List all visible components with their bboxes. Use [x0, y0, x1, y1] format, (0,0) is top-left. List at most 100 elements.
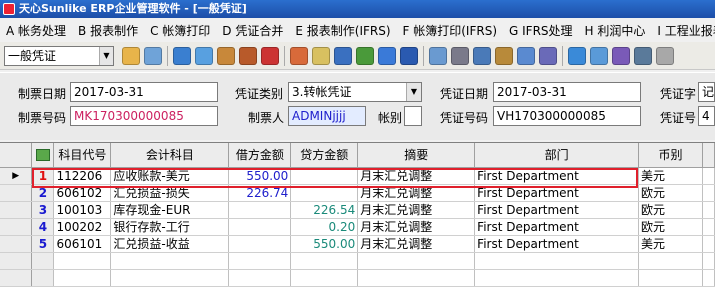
menu-report-ifrs[interactable]: E 报表制作(IFRS) [289, 22, 396, 39]
copy-icon[interactable] [144, 46, 162, 65]
briefcase-icon[interactable] [239, 46, 257, 65]
table-row[interactable]: 4 100202 银行存款-工行 0.20 月末汇兑调整 First Department… [0, 218, 715, 236]
credit-amount-cell[interactable] [290, 184, 359, 202]
flag-icon[interactable] [334, 46, 352, 65]
envelope-icon[interactable] [312, 46, 330, 65]
menu-accounting[interactable]: A 帐务处理 [0, 22, 72, 39]
account-name-cell[interactable]: 银行存款-工行 [110, 218, 230, 236]
column-header-code[interactable]: 科目代号 [53, 143, 112, 168]
debit-amount-cell[interactable]: 226.74 [228, 184, 292, 202]
column-header-department[interactable]: 部门 [474, 143, 640, 168]
debit-amount-cell[interactable] [228, 201, 292, 219]
voucher-word-field[interactable]: 记 [698, 82, 715, 102]
toolbar-icons [120, 45, 676, 66]
department-cell[interactable]: First Department [474, 167, 640, 185]
help-icon[interactable] [378, 46, 396, 65]
graduate-icon[interactable] [261, 46, 279, 65]
voucher-type-select[interactable]: 3.转帐凭证 ▼ [288, 82, 422, 102]
attach-icon[interactable] [429, 46, 447, 65]
department-cell[interactable]: First Department [474, 218, 640, 236]
summary-cell[interactable]: 月末汇兑调整 [357, 201, 476, 219]
credit-amount-cell[interactable]: 226.54 [290, 201, 359, 219]
lock-icon[interactable] [495, 46, 513, 65]
summary-cell[interactable]: 月末汇兑调整 [357, 218, 476, 236]
row-number[interactable]: 1 [31, 167, 55, 185]
people-icon[interactable] [290, 46, 308, 65]
column-header-account[interactable]: 会计科目 [110, 143, 230, 168]
summary-cell[interactable]: 月末汇兑调整 [357, 167, 476, 185]
voucher-no-field[interactable]: VH170300000085 [493, 106, 641, 126]
menu-ifrs-processing[interactable]: G IFRS处理 [503, 22, 579, 39]
debit-amount-cell[interactable] [228, 235, 292, 253]
debit-amount-cell[interactable] [228, 218, 292, 236]
account-name-cell[interactable]: 汇兑损益-收益 [110, 235, 230, 253]
arrow-icon[interactable] [356, 46, 374, 65]
print-icon[interactable] [451, 46, 469, 65]
column-header-summary[interactable]: 摘要 [357, 143, 476, 168]
credit-amount-cell[interactable] [290, 167, 359, 185]
web-icon[interactable] [173, 46, 191, 65]
credit-amount-cell[interactable]: 550.00 [290, 235, 359, 253]
account-name-cell[interactable]: 汇兑损益-损失 [110, 184, 230, 202]
chevron-down-icon[interactable]: ▼ [406, 83, 421, 101]
currency-cell[interactable]: 欧元 [638, 218, 703, 236]
new-icon[interactable] [122, 46, 140, 65]
row-number[interactable]: 4 [31, 218, 55, 236]
department-cell[interactable]: First Department [474, 184, 640, 202]
debit-amount-cell[interactable]: 550.00 [228, 167, 292, 185]
menu-ledger-print-ifrs[interactable]: F 帐簿打印(IFRS) [397, 22, 503, 39]
menu-report-making[interactable]: B 报表制作 [72, 22, 144, 39]
account-code-cell[interactable]: 100202 [53, 218, 112, 236]
currency-cell[interactable]: 欧元 [638, 201, 703, 219]
voucher-date-field[interactable]: 2017-03-31 [493, 82, 641, 102]
chevron-down-icon[interactable]: ▼ [99, 46, 113, 65]
account-name-cell[interactable]: 库存现金-EUR [110, 201, 230, 219]
table-row[interactable]: 2 606102 汇兑损益-损失 226.74 月末汇兑调整 First Departme… [0, 184, 715, 202]
table-icon[interactable] [517, 46, 535, 65]
credit-amount-cell[interactable]: 0.20 [290, 218, 359, 236]
summary-cell[interactable]: 月末汇兑调整 [357, 235, 476, 253]
settings-icon[interactable] [634, 46, 652, 65]
chat-icon[interactable] [195, 46, 213, 65]
column-header-credit[interactable]: 贷方金额 [290, 143, 359, 168]
account-code-cell[interactable]: 606102 [53, 184, 112, 202]
table-row[interactable]: ▶ 1 112206 应收账款-美元 550.00 月末汇兑调整 First Departm… [0, 167, 715, 185]
menu-ledger-print[interactable]: C 帐簿打印 [144, 22, 216, 39]
summary-cell[interactable]: 月末汇兑调整 [357, 184, 476, 202]
row-number[interactable]: 2 [31, 184, 55, 202]
create-date-field[interactable]: 2017-03-31 [70, 82, 218, 102]
document-type-select[interactable]: 一般凭证 ▼ [4, 45, 114, 66]
row-indicator [0, 235, 33, 253]
create-no-field[interactable]: MK170300000085 [70, 106, 218, 126]
export-icon[interactable] [590, 46, 608, 65]
menu-voucher-merge[interactable]: D 凭证合并 [216, 22, 289, 39]
cube-icon[interactable] [612, 46, 630, 65]
account-code-cell[interactable]: 606101 [53, 235, 112, 253]
account-code-cell[interactable]: 100103 [53, 201, 112, 219]
menu-engineering-report[interactable]: I 工程业报表 [651, 22, 715, 39]
create-date-label: 制票日期 [18, 87, 67, 101]
chart-icon[interactable] [539, 46, 557, 65]
currency-cell[interactable]: 美元 [638, 167, 703, 185]
department-cell[interactable]: First Department [474, 235, 640, 253]
book-field[interactable] [404, 106, 422, 126]
table-row[interactable]: 3 100103 库存现金-EUR 226.54 月末汇兑调整 First Departm… [0, 201, 715, 219]
check-icon[interactable] [568, 46, 586, 65]
column-header-currency[interactable]: 币别 [638, 143, 703, 168]
account-name-cell[interactable]: 应收账款-美元 [110, 167, 230, 185]
row-number[interactable]: 3 [31, 201, 55, 219]
excel-icon-header[interactable] [31, 143, 55, 168]
department-cell[interactable]: First Department [474, 201, 640, 219]
table-row[interactable]: 5 606101 汇兑损益-收益 550.00 月末汇兑调整 First Departme… [0, 235, 715, 253]
box-icon[interactable] [217, 46, 235, 65]
menu-profit-center[interactable]: H 利润中心 [579, 22, 652, 39]
currency-cell[interactable]: 美元 [638, 235, 703, 253]
stop-icon[interactable] [400, 46, 418, 65]
document-icon[interactable] [473, 46, 491, 65]
column-header-debit[interactable]: 借方金额 [228, 143, 292, 168]
close-icon[interactable] [656, 46, 674, 65]
account-code-cell[interactable]: 112206 [53, 167, 112, 185]
currency-cell[interactable]: 欧元 [638, 184, 703, 202]
row-number[interactable]: 5 [31, 235, 55, 253]
voucher-num-field[interactable]: 4 [698, 106, 715, 126]
